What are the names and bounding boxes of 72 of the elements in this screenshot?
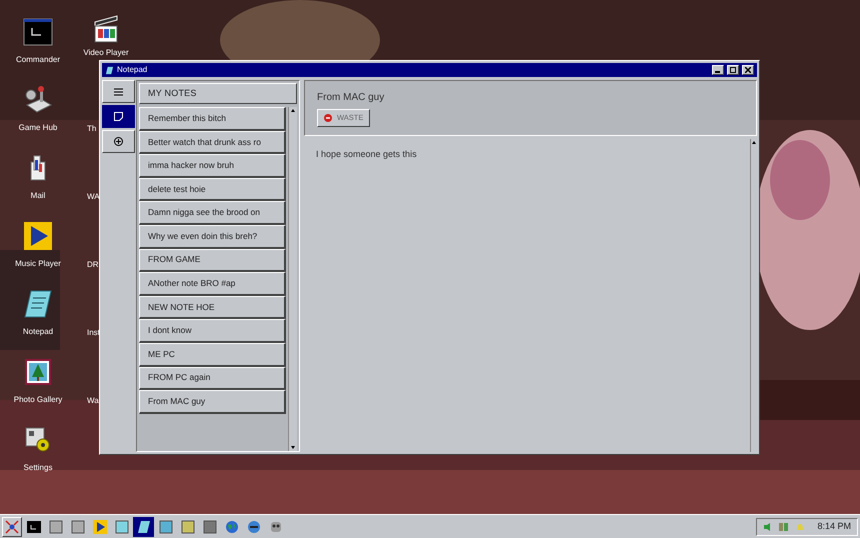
app-icon: [114, 520, 128, 534]
note-item[interactable]: FROM PC again: [139, 366, 286, 390]
app-icon: [70, 520, 84, 534]
bell-icon: [795, 522, 806, 532]
terminal-icon: [23, 18, 53, 46]
star-logo-icon: [5, 520, 19, 534]
maximize-button[interactable]: [727, 65, 739, 75]
desktop-icon-label[interactable]: Commander: [16, 54, 60, 66]
app-icon: [180, 520, 194, 534]
network-icon: [779, 522, 790, 532]
close-icon: [745, 67, 751, 73]
desktop-icon-label[interactable]: Inst: [87, 328, 100, 337]
joystick-icon: [23, 85, 53, 115]
desktop-icon-label[interactable]: Music Player: [15, 258, 61, 270]
nav-button[interactable]: [102, 105, 135, 128]
note-item[interactable]: Better watch that drunk ass ro: [139, 130, 286, 154]
desktop-icon-label[interactable]: WA: [87, 192, 100, 201]
stop-icon: [324, 114, 332, 122]
minimize-button[interactable]: [712, 65, 724, 75]
start-button[interactable]: [2, 516, 22, 536]
nav-button[interactable]: [102, 130, 135, 153]
note-item[interactable]: From MAC guy: [139, 390, 286, 414]
play-icon: [92, 520, 106, 534]
desktop-icon-label[interactable]: Th: [87, 124, 96, 133]
note-body: I hope someone gets this: [315, 148, 418, 161]
note-item[interactable]: Remember this bitch: [139, 107, 286, 131]
note-item[interactable]: delete test hoie: [139, 178, 286, 202]
terminal-icon: [26, 520, 40, 532]
tree-picture-icon: [25, 359, 51, 385]
desktop-icon-label[interactable]: Video Player: [83, 48, 129, 57]
note-item[interactable]: ANother note BRO #ap: [139, 272, 286, 296]
clapperboard-icon: [93, 14, 119, 44]
desktop-icon-label[interactable]: Game Hub: [18, 122, 58, 134]
app-icon: [202, 520, 216, 534]
note-item[interactable]: I dont know: [139, 319, 286, 343]
note-item[interactable]: Why we even doin this breh?: [139, 224, 286, 249]
scrollbar[interactable]: [750, 139, 757, 452]
note-title: From MAC guy: [317, 90, 386, 104]
desktop-icon-label[interactable]: Notepad: [22, 326, 54, 338]
desktop-icon-label[interactable]: Mail: [30, 190, 46, 202]
notepad-icon: [105, 66, 114, 74]
maximize-icon: [730, 67, 736, 73]
panel-title: MY NOTES: [148, 86, 197, 100]
taskbar-app-button[interactable]: [133, 516, 154, 536]
close-button[interactable]: [742, 65, 754, 75]
desktop-icon-label[interactable]: Settings: [24, 462, 52, 474]
menu-icon: [114, 88, 123, 96]
window-title: Notepad: [117, 64, 148, 76]
note-item[interactable]: imma hacker now bruh: [139, 154, 286, 178]
clock: 8:14 PM: [817, 520, 851, 533]
note-item[interactable]: ME PC: [139, 342, 286, 367]
app-icon: [158, 520, 172, 534]
note-item[interactable]: NEW NOTE HOE: [139, 296, 286, 320]
globe-icon: [224, 520, 238, 534]
desktop-icon-label[interactable]: DR: [87, 260, 99, 269]
note-icon: [114, 112, 123, 121]
app-icon: [48, 520, 62, 534]
notepad-icon: [136, 520, 150, 534]
nav-button[interactable]: [102, 80, 135, 103]
play-icon: [23, 221, 53, 251]
add-icon: [114, 137, 123, 146]
scrollbar[interactable]: [288, 107, 297, 451]
desktop-icon-label[interactable]: Photo Gallery: [14, 394, 62, 406]
notepad-icon: [23, 289, 53, 319]
desktop-icon-label[interactable]: Wa: [87, 396, 99, 405]
scroll-up-icon: [289, 107, 297, 115]
note-item[interactable]: Damn nigga see the brood on: [139, 201, 286, 225]
note-item[interactable]: FROM GAME: [139, 248, 286, 272]
settings-icon: [24, 426, 52, 454]
disc-icon: [246, 520, 260, 534]
scroll-up-icon: [751, 139, 757, 147]
scroll-down-icon: [289, 443, 297, 451]
